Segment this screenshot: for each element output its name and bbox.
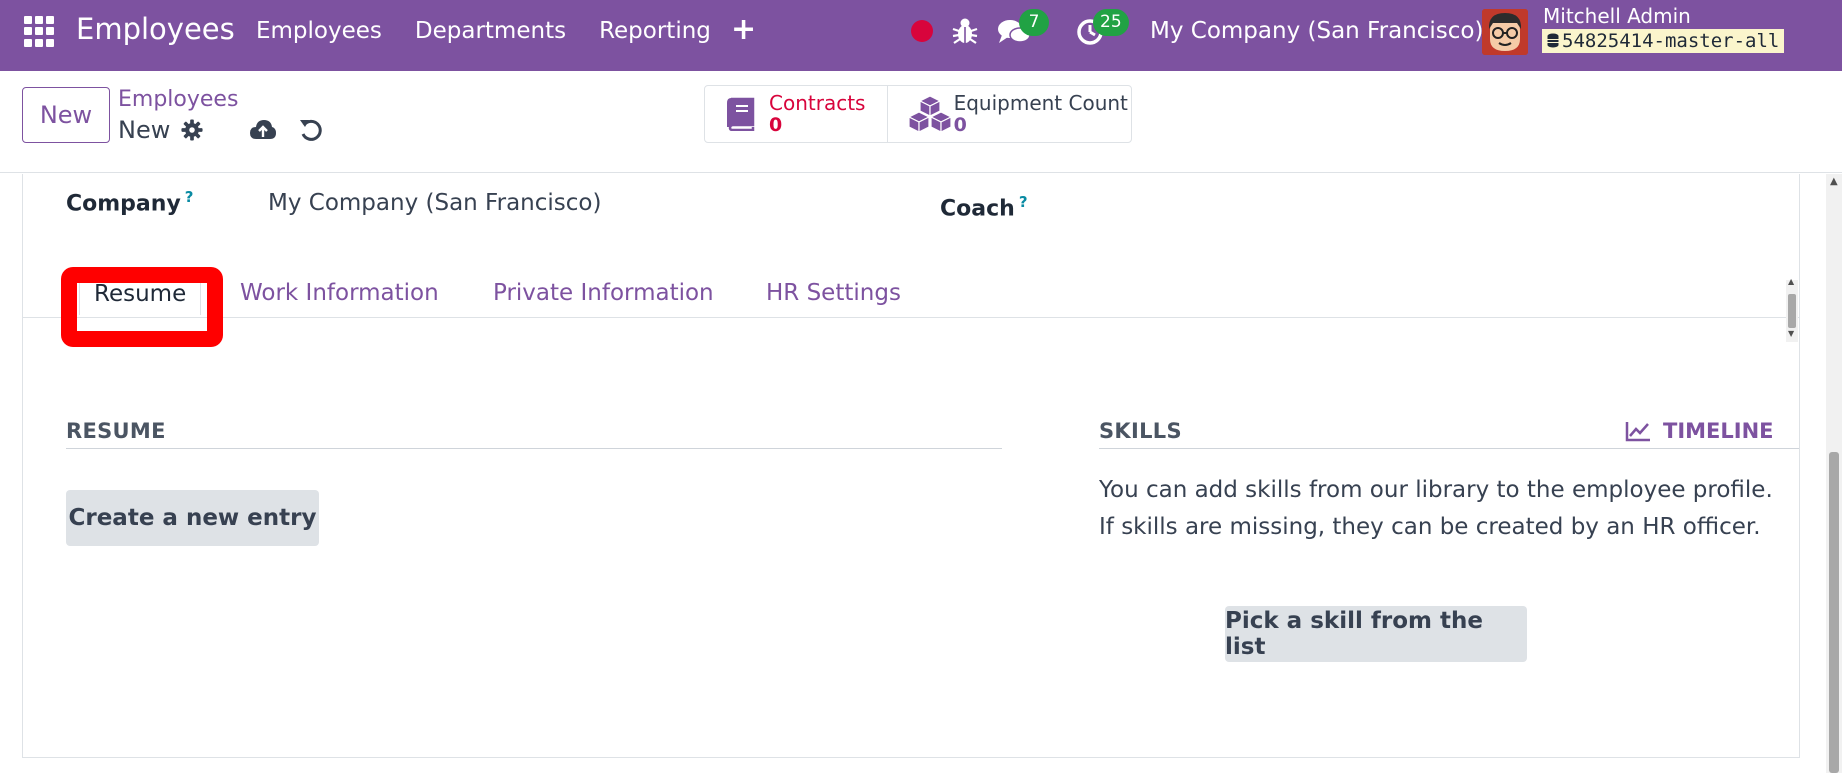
create-new-entry-button[interactable]: Create a new entry xyxy=(66,490,319,546)
database-label: 54825414-master-all xyxy=(1562,30,1780,52)
book-icon xyxy=(727,97,755,131)
menu-item-employees[interactable]: Employees xyxy=(256,18,382,44)
tabs-scrollbar[interactable]: ▲ ▼ xyxy=(1786,277,1798,342)
breadcrumb-current: New xyxy=(118,116,171,144)
contracts-smart-button[interactable]: Contracts 0 xyxy=(705,86,888,142)
form-sheet: Company? My Company (San Francisco) Coac… xyxy=(22,174,1800,758)
activities-count-badge: 25 xyxy=(1093,9,1129,36)
timeline-label: TIMELINE xyxy=(1663,419,1774,443)
scroll-down-arrow-icon[interactable]: ▼ xyxy=(1788,329,1794,338)
tabs-scrollbar-thumb[interactable] xyxy=(1788,294,1796,328)
line-chart-icon xyxy=(1625,422,1650,442)
save-cloud-icon[interactable] xyxy=(249,117,277,143)
skills-section-divider xyxy=(1099,448,1799,449)
company-field-label: Company? xyxy=(66,188,193,216)
coach-field-label: Coach? xyxy=(940,193,1028,221)
user-avatar[interactable] xyxy=(1482,9,1528,55)
skills-help-text: You can add skills from our library to t… xyxy=(1099,472,1773,546)
database-icon xyxy=(1547,33,1559,48)
user-name[interactable]: Mitchell Admin xyxy=(1543,4,1691,28)
skills-section-title: SKILLS xyxy=(1099,419,1182,443)
control-panel: New Employees New Contracts 0 Equipment … xyxy=(0,71,1842,173)
plus-icon[interactable]: + xyxy=(731,12,756,47)
app-grid-icon[interactable] xyxy=(24,16,55,47)
company-help-tooltip[interactable]: ? xyxy=(185,188,194,206)
pick-skill-button[interactable]: Pick a skill from the list xyxy=(1225,606,1527,662)
company-field-value[interactable]: My Company (San Francisco) xyxy=(268,190,601,216)
resume-section-divider xyxy=(66,448,1002,449)
tab-resume[interactable]: Resume xyxy=(79,272,202,315)
equipment-count-label: Equipment Count xyxy=(953,91,1128,115)
equipment-count-value: 0 xyxy=(953,114,967,136)
messages-count-badge: 7 xyxy=(1019,9,1049,36)
tab-work-information[interactable]: Work Information xyxy=(240,280,439,306)
database-name: 54825414-master-all xyxy=(1542,29,1785,53)
skills-help-line-1: You can add skills from our library to t… xyxy=(1099,477,1773,503)
tab-private-information[interactable]: Private Information xyxy=(493,280,714,306)
notebook-tabs: Resume Work Information Private Informat… xyxy=(23,272,1799,318)
coach-help-tooltip[interactable]: ? xyxy=(1019,193,1028,211)
resume-section-title: RESUME xyxy=(66,419,166,443)
skills-help-line-2: If skills are missing, they can be creat… xyxy=(1099,514,1761,540)
bug-icon[interactable] xyxy=(952,16,978,46)
company-label-text: Company xyxy=(66,191,181,217)
main-menu: Employees Departments Reporting xyxy=(256,18,744,44)
scroll-up-arrow-icon[interactable]: ▲ xyxy=(1788,277,1794,286)
equipment-count-smart-button[interactable]: Equipment Count 0 xyxy=(888,86,1131,142)
menu-item-departments[interactable]: Departments xyxy=(415,18,566,44)
page-scroll-up-icon[interactable]: ▲ xyxy=(1830,176,1838,187)
record-dot-icon[interactable] xyxy=(911,20,933,42)
app-title[interactable]: Employees xyxy=(76,12,235,46)
page-scrollbar[interactable]: ▲ xyxy=(1826,174,1842,773)
contracts-count: 0 xyxy=(769,114,783,136)
smart-buttons: Contracts 0 Equipment Count 0 xyxy=(704,85,1132,143)
page-scrollbar-thumb[interactable] xyxy=(1829,452,1839,773)
contracts-label: Contracts xyxy=(769,91,866,115)
top-navbar: Employees Employees Departments Reportin… xyxy=(0,0,1842,71)
coach-label-text: Coach xyxy=(940,196,1015,222)
new-button[interactable]: New xyxy=(22,87,110,143)
menu-item-reporting[interactable]: Reporting xyxy=(599,18,711,44)
gear-icon[interactable] xyxy=(181,119,203,141)
discard-undo-icon[interactable] xyxy=(299,117,323,143)
company-switcher[interactable]: My Company (San Francisco) xyxy=(1150,18,1483,44)
cubes-icon xyxy=(907,95,952,133)
tab-hr-settings[interactable]: HR Settings xyxy=(766,280,901,306)
breadcrumb-parent[interactable]: Employees xyxy=(118,87,238,112)
timeline-link[interactable]: TIMELINE xyxy=(1625,419,1774,443)
